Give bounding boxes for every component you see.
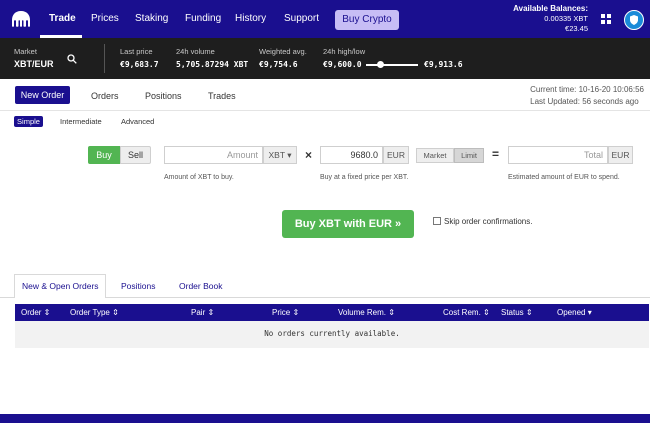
top-navigation: Trade Prices Staking Funding History Sup… [0, 0, 650, 38]
current-time-value: 10-16-20 10:06:56 [578, 85, 644, 94]
price-hint: Buy at a fixed price per XBT. [320, 174, 409, 181]
multiply-symbol: × [305, 148, 313, 162]
last-updated-label: Last Updated: [530, 97, 580, 106]
volume-label: 24h volume [176, 47, 215, 56]
weighted-avg-value: €9,754.6 [259, 60, 298, 69]
col-order-type[interactable]: Order Type ⇕ [70, 308, 119, 317]
tab-new-order[interactable]: New Order [15, 86, 70, 104]
total-hint: Estimated amount of EUR to spend. [508, 174, 620, 181]
ticker-divider [104, 44, 105, 73]
low-value: €9,600.0 [323, 60, 362, 69]
market-order-toggle[interactable]: Market [416, 148, 454, 163]
col-order[interactable]: Order ⇕ [21, 308, 50, 317]
skip-confirmations-checkbox[interactable] [433, 217, 441, 225]
balances-title: Available Balances: [513, 4, 588, 13]
nav-funding[interactable]: Funding [185, 13, 221, 24]
last-price-marker [376, 61, 384, 68]
balance-xbt: 0.00335 XBT [544, 14, 588, 23]
nav-trade[interactable]: Trade [49, 13, 76, 24]
market-pair-selector[interactable]: XBT/EUR [14, 59, 54, 69]
kraken-logo-icon[interactable] [10, 10, 32, 28]
balance-eur: €23.45 [565, 24, 588, 33]
buy-toggle-button[interactable]: Buy [88, 146, 120, 164]
nav-history[interactable]: History [235, 13, 266, 24]
limit-order-toggle[interactable]: Limit [454, 148, 484, 163]
tab-trades[interactable]: Trades [208, 91, 236, 101]
amount-currency-select[interactable]: XBT ▾ [263, 146, 297, 164]
weighted-avg-label: Weighted avg. [259, 47, 307, 56]
col-opened[interactable]: Opened ▾ [557, 308, 592, 317]
price-currency: EUR [383, 146, 409, 164]
tab-new-open-orders[interactable]: New & Open Orders [22, 281, 99, 291]
total-field[interactable] [508, 146, 608, 164]
last-updated-value: 56 seconds ago [582, 97, 639, 106]
price-input[interactable] [321, 147, 382, 163]
amount-input[interactable] [165, 147, 262, 163]
volume-value: 5,705.87294 XBT [176, 60, 249, 69]
sell-toggle-button[interactable]: Sell [120, 146, 151, 164]
tab-bottom-positions[interactable]: Positions [121, 281, 156, 291]
search-icon[interactable] [67, 54, 77, 64]
high-low-range-track [366, 64, 418, 66]
time-info: Current time: 10-16-20 10:06:56 Last Upd… [530, 84, 644, 108]
last-price-value: €9,683.7 [120, 60, 159, 69]
footer-bar [0, 414, 650, 423]
ticker-bar: Market XBT/EUR Last price €9,683.7 24h v… [0, 38, 650, 79]
mode-advanced[interactable]: Advanced [121, 117, 154, 126]
last-price-label: Last price [120, 47, 153, 56]
mode-intermediate[interactable]: Intermediate [60, 117, 102, 126]
high-value: €9,913.6 [424, 60, 463, 69]
amount-hint: Amount of XBT to buy. [164, 174, 234, 181]
empty-orders-message: No orders currently available. [264, 329, 400, 338]
submit-buy-button[interactable]: Buy XBT with EUR » [282, 210, 414, 238]
col-cost-remaining[interactable]: Cost Rem. ⇕ [443, 308, 490, 317]
equals-symbol: = [492, 147, 500, 161]
tab-positions[interactable]: Positions [145, 91, 182, 101]
divider [0, 110, 650, 111]
total-currency: EUR [608, 146, 633, 164]
col-pair[interactable]: Pair ⇕ [191, 308, 214, 317]
tab-orders[interactable]: Orders [91, 91, 119, 101]
col-status[interactable]: Status ⇕ [501, 308, 533, 317]
tab-order-book[interactable]: Order Book [179, 281, 222, 291]
nav-prices[interactable]: Prices [91, 13, 119, 24]
nav-support[interactable]: Support [284, 13, 319, 24]
skip-confirmations-label[interactable]: Skip order confirmations. [444, 217, 532, 226]
total-input[interactable] [509, 147, 607, 163]
market-label: Market [14, 47, 37, 56]
account-avatar[interactable] [624, 10, 644, 30]
col-volume-remaining[interactable]: Volume Rem. ⇕ [338, 308, 395, 317]
mode-simple[interactable]: Simple [14, 116, 43, 127]
price-field[interactable] [320, 146, 383, 164]
available-balances[interactable]: Available Balances: 0.00335 XBT €23.45 [513, 4, 588, 34]
col-price[interactable]: Price ⇕ [272, 308, 299, 317]
account-shield-icon [630, 15, 638, 25]
buy-crypto-button[interactable]: Buy Crypto [335, 10, 399, 30]
nav-staking[interactable]: Staking [135, 13, 168, 24]
current-time-label: Current time: [530, 85, 577, 94]
amount-field[interactable] [164, 146, 263, 164]
high-low-label: 24h high/low [323, 47, 366, 56]
apps-grid-icon[interactable] [601, 14, 611, 24]
